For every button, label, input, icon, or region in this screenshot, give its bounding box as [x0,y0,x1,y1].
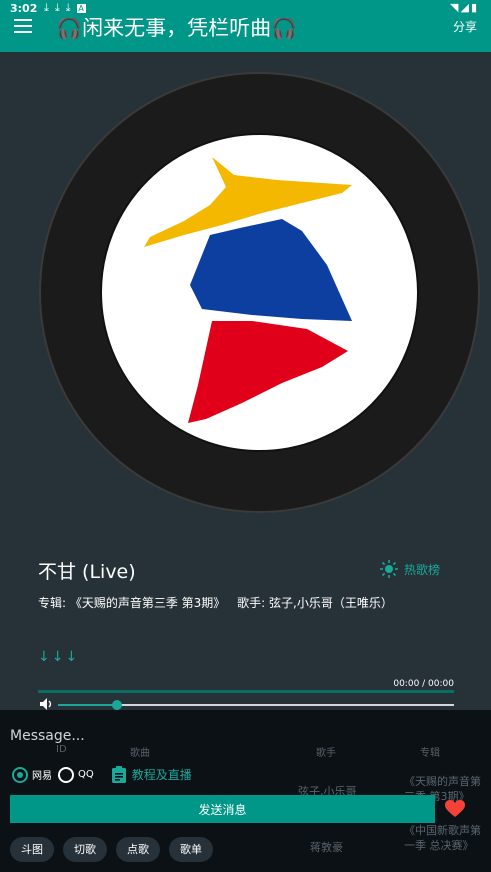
song-title: 不甘 (Live) [38,561,136,583]
chip-sticker[interactable]: 斗图 [10,837,54,862]
download-icon: ⤓ [44,1,55,14]
font-icon: A [76,4,86,13]
volume-fill [58,704,118,706]
radio-qq-label[interactable]: QQ [78,769,94,780]
download-arrows[interactable]: ↓↓↓ [38,649,79,665]
message-input[interactable] [0,724,491,748]
album-cover [100,133,419,452]
signal-icon: ◢ [460,1,471,14]
send-message-button[interactable]: 发送消息 [10,795,435,823]
heart-icon[interactable] [445,800,465,818]
download-icon: ⤓ [65,1,77,14]
tutorial-link[interactable]: 教程及直播 [111,766,192,783]
volume-icon[interactable] [39,697,55,711]
status-bar: 3:02 ⤓⤓⤓ A ◥◢▮ [0,0,491,18]
artist-label: 歌手: 弦子,小乐哥（王唯乐） [237,596,393,610]
radio-netease[interactable] [12,766,28,783]
status-time: 3:02 [10,2,38,15]
notification-icons: ⤓⤓⤓ A [44,1,86,15]
status-icons: ◥◢▮ [450,1,479,14]
table-cell-album: 《中国新歌声第一季 总决赛》 [404,824,481,852]
chat-panel: ID 歌曲 歌手 专辑 弦子,小乐哥 《天赐的声音第三季 第3期》 蒋敦豪 《中… [0,710,491,872]
album-art-red [188,321,348,423]
quick-actions: 斗图 切歌 点歌 歌单 [10,837,213,862]
chip-skip-song[interactable]: 切歌 [63,837,107,862]
volume-knob[interactable] [112,700,123,710]
song-meta: 专辑: 《天赐的声音第三季 第3期》 歌手: 弦子,小乐哥（王唯乐） [38,594,401,611]
table-cell-artist: 蒋敦豪 [310,841,343,854]
chip-request-song[interactable]: 点歌 [116,837,160,862]
radio-qq[interactable] [58,766,74,783]
hot-chart-button[interactable]: 热歌榜 [380,560,440,578]
music-player-screen: 🎧闲来无事，凭栏听曲🎧 分享 3:02 ⤓⤓⤓A ◥◢▮ 不甘 (Live) [0,0,491,872]
clipboard-icon [111,766,126,783]
sun-icon [380,560,398,578]
source-selector: 网易 QQ 教程及直播 [12,766,192,783]
share-button[interactable]: 分享 [453,18,477,35]
time-label: 00:00 / 00:00 [393,679,454,689]
download-icon: ⤓ [54,1,66,14]
progress-bar[interactable] [38,690,454,693]
battery-icon: ▮ [470,1,479,14]
tutorial-label: 教程及直播 [131,768,192,782]
album-label: 专辑: 《天赐的声音第三季 第3期》 [38,596,226,610]
chip-playlist[interactable]: 歌单 [169,837,213,862]
hot-chart-label: 热歌榜 [404,562,441,577]
album-art-blue [190,219,352,321]
radio-netease-label[interactable]: 网易 [32,767,52,782]
wifi-icon: ◥ [450,1,461,14]
album-art [144,157,352,423]
volume-slider[interactable] [58,700,454,710]
menu-icon[interactable] [14,19,32,33]
